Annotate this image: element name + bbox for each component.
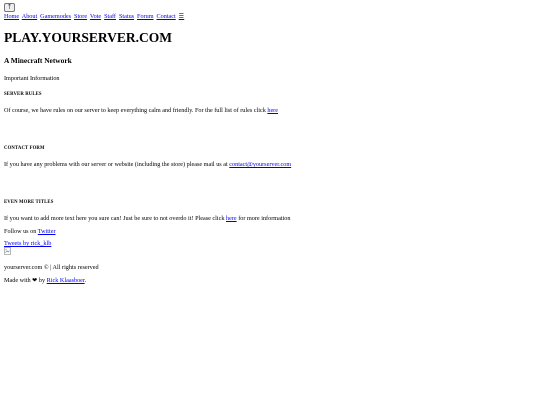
nav-status[interactable]: Status [119, 13, 134, 20]
rules-link[interactable]: here [267, 107, 278, 114]
follow-line: Follow us on Twitter [4, 228, 536, 235]
made-with-text: Made with ❤ by [4, 277, 47, 285]
section-text-after: for more information [236, 215, 291, 223]
section-text: Of course, we have rules on our server t… [4, 106, 268, 114]
section-title-contact: CONTACT FORM [4, 146, 45, 152]
broken-image-icon [4, 247, 536, 257]
section-text: If you have any problems with our server… [4, 160, 230, 168]
section-text-more: If you want to add more text here you su… [4, 215, 536, 222]
made-with-line: Made with ❤ by Rick Klaasboer. [4, 277, 536, 284]
section-text: If you want to add more text here you su… [4, 215, 226, 223]
back-to-top-button[interactable]: 🡑 [4, 3, 15, 12]
menu-icon[interactable]: ☰ [179, 13, 185, 20]
main-nav: Home About Gamemodes Store Vote Staff St… [4, 13, 536, 20]
nav-forum[interactable]: Forum [137, 13, 154, 20]
nav-gamemodes[interactable]: Gamemodes [40, 13, 71, 20]
twitter-link[interactable]: Twitter [38, 228, 56, 235]
author-link[interactable]: Rick Klaasboer [47, 277, 85, 284]
follow-text: Follow us on [4, 227, 38, 235]
nav-store[interactable]: Store [74, 13, 87, 20]
contact-email-link[interactable]: contact@yourserver.com [229, 161, 291, 168]
site-subtitle: A Minecraft Network [4, 55, 72, 65]
made-with-suffix: . [84, 277, 87, 285]
tweets-link[interactable]: Tweets by rick_klb [4, 240, 51, 247]
section-text-rules: Of course, we have rules on our server t… [4, 107, 536, 114]
important-heading: Important Information [4, 74, 60, 82]
section-title-rules: SERVER RULES [4, 91, 42, 97]
nav-vote[interactable]: Vote [90, 13, 101, 20]
site-title: PLAY.YOURSERVER.COM [4, 30, 173, 46]
copyright: yourserver.com © | All rights reserved [4, 263, 99, 271]
page: 🡑 Home About Gamemodes Store Vote Staff … [0, 0, 540, 285]
nav-staff[interactable]: Staff [104, 13, 116, 20]
nav-home[interactable]: Home [4, 13, 19, 20]
section-title-more: EVEN MORE TITLES [4, 200, 54, 206]
nav-about[interactable]: About [22, 13, 37, 20]
more-info-link[interactable]: here [226, 215, 237, 222]
arrow-up-icon: 🡑 [7, 3, 12, 11]
nav-contact[interactable]: Contact [156, 13, 175, 20]
section-text-contact: If you have any problems with our server… [4, 161, 536, 168]
tweets-line: Tweets by rick_klb [4, 240, 536, 247]
